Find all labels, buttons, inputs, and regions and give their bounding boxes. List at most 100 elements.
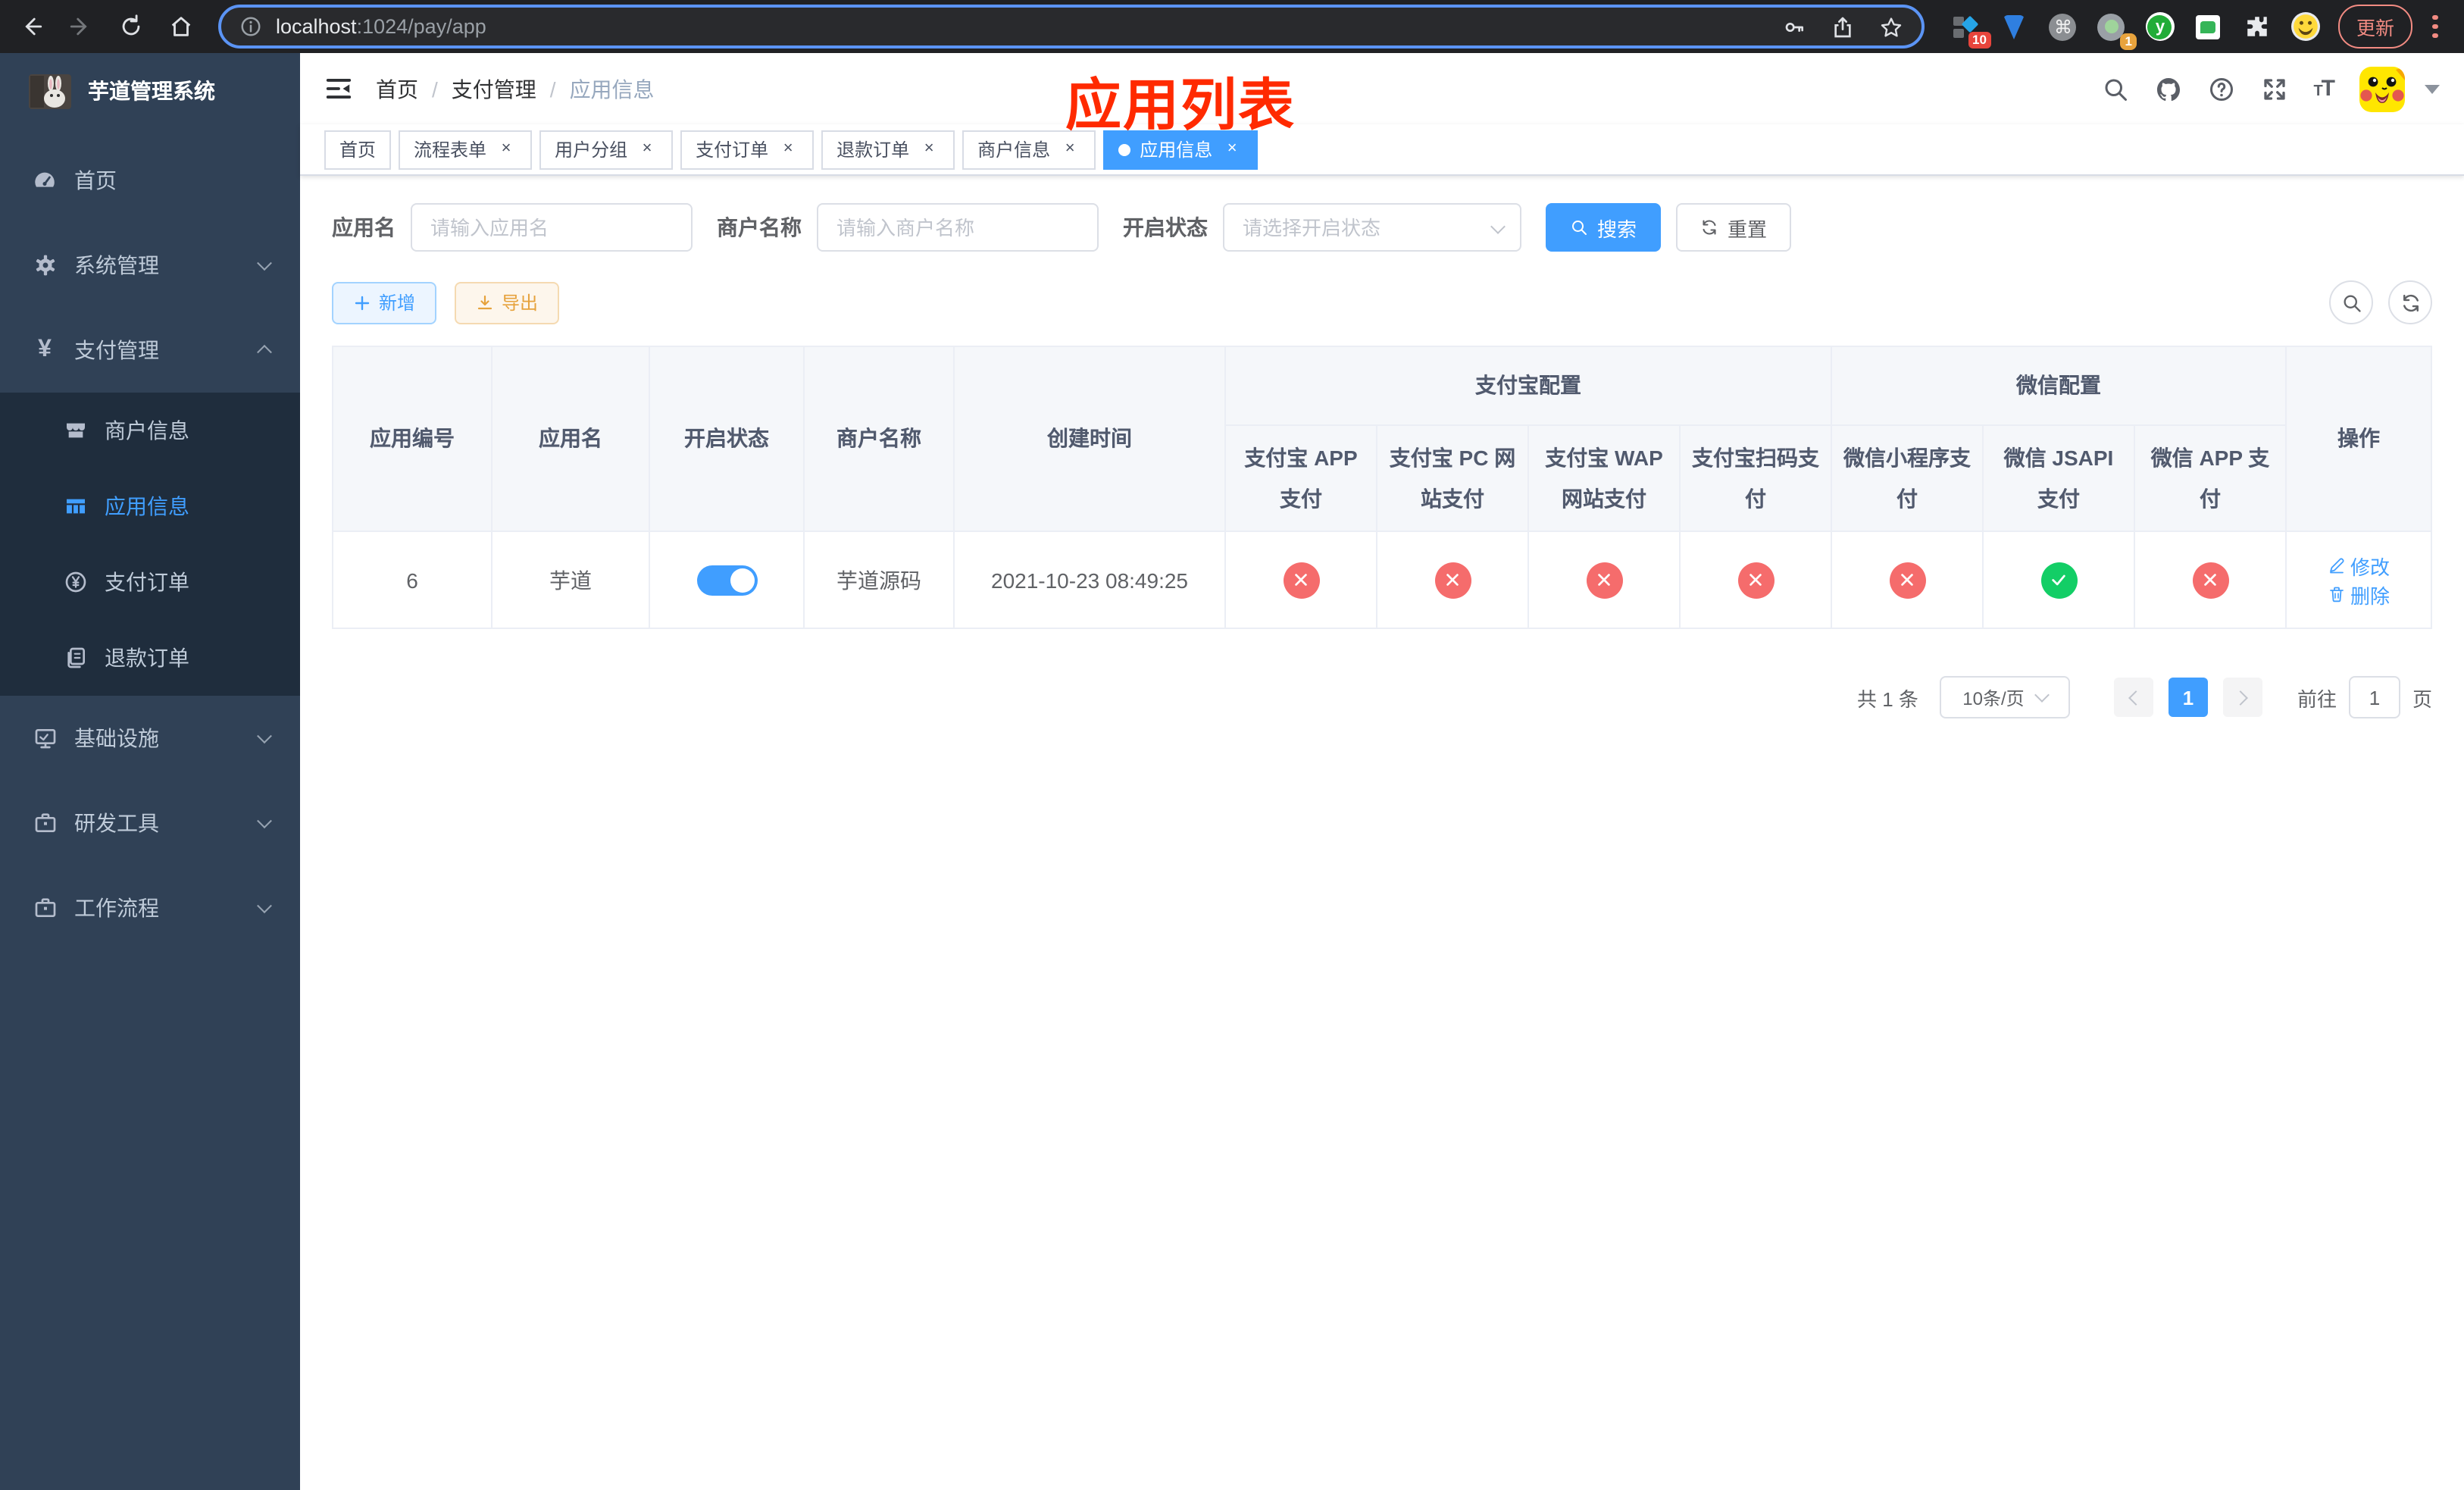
merchant-name-input[interactable] (817, 203, 1099, 252)
cell-alipay-pc (1376, 531, 1529, 630)
reset-button[interactable]: 重置 (1676, 203, 1792, 252)
sidebar-item-app-info[interactable]: 应用信息 (0, 468, 300, 544)
address-bar[interactable]: localhost:1024/pay/app (218, 5, 1925, 49)
sidebar-logo[interactable]: 芋道管理系统 (0, 53, 300, 129)
browser-toolbar: localhost:1024/pay/app 10 ⌘ 1 y 更新 (0, 0, 2464, 53)
status-label: 开启状态 (1123, 215, 1208, 239)
sidebar-collapse-icon[interactable] (324, 74, 353, 103)
sidebar-item-refund-order[interactable]: 退款订单 (0, 620, 300, 696)
tab-home[interactable]: 首页 (324, 130, 392, 169)
col-app-name: 应用名 (491, 345, 650, 533)
breadcrumb-payment[interactable]: 支付管理 (452, 74, 536, 104)
sidebar-item-payment[interactable]: ¥ 支付管理 (0, 308, 300, 393)
sidebar-item-home[interactable]: 首页 (0, 138, 300, 223)
sidebar-item-infrastructure[interactable]: 基础设施 (0, 696, 300, 781)
close-icon[interactable]: × (636, 139, 658, 160)
font-size-icon[interactable]: TT (2313, 76, 2335, 102)
col-merchant: 商户名称 (803, 345, 955, 533)
extensions-area: 10 ⌘ 1 y (1937, 12, 2335, 50)
status-select[interactable] (1223, 203, 1521, 252)
close-icon[interactable]: × (777, 139, 799, 160)
reload-icon[interactable] (118, 14, 144, 39)
extension-recorder-icon[interactable]: 1 (2097, 12, 2137, 50)
breadcrumb-home[interactable]: 首页 (376, 74, 418, 104)
tab-process-form[interactable]: 流程表单 × (399, 130, 533, 169)
toolbar-right-actions (2329, 280, 2432, 324)
current-page-button[interactable]: 1 (2168, 678, 2208, 718)
status-toggle[interactable] (696, 565, 757, 596)
back-icon[interactable] (18, 14, 44, 39)
edit-link[interactable]: 修改 (2328, 551, 2390, 580)
emoji-avatar-icon (2291, 12, 2320, 41)
site-info-icon[interactable] (239, 15, 262, 38)
browser-profile-avatar[interactable] (2290, 12, 2320, 41)
merchant-name-label: 商户名称 (717, 215, 802, 239)
close-icon[interactable]: × (1221, 139, 1243, 160)
screen: localhost:1024/pay/app 10 ⌘ 1 y 更新 芋道管理系… (0, 0, 2464, 1490)
fullscreen-icon[interactable] (2260, 75, 2287, 102)
show-search-button[interactable] (2329, 280, 2373, 324)
tab-refund-order[interactable]: 退款订单 × (821, 130, 955, 169)
url-text[interactable]: localhost:1024/pay/app (276, 15, 1768, 38)
col-wechat-app: 微信 APP 支付 (2134, 424, 2287, 533)
disabled-badge (2192, 562, 2228, 599)
sidebar-item-pay-order[interactable]: 支付订单 (0, 544, 300, 620)
disabled-badge (1283, 562, 1319, 599)
tab-pay-order[interactable]: 支付订单 × (680, 130, 815, 169)
disabled-badge (1586, 562, 1622, 599)
bookmark-star-icon[interactable] (1879, 14, 1903, 39)
share-icon[interactable] (1831, 14, 1855, 39)
browser-update-button[interactable]: 更新 (2337, 5, 2412, 49)
delete-link[interactable]: 删除 (2328, 580, 2390, 609)
next-page-button[interactable] (2222, 678, 2262, 718)
browser-menu-icon[interactable] (2425, 14, 2446, 39)
puzzle-icon (2244, 14, 2270, 39)
plus-icon (353, 293, 371, 311)
app-name-input[interactable] (411, 203, 693, 252)
prev-page-button[interactable] (2113, 678, 2153, 718)
add-button-label: 新增 (379, 293, 416, 314)
extension-y-icon[interactable]: y (2145, 12, 2175, 41)
page-size-select[interactable]: 10条/页 (1939, 676, 2070, 719)
sidebar-item-label: 系统管理 (74, 253, 159, 277)
active-dot-icon (1118, 143, 1131, 155)
disabled-badge (1434, 562, 1471, 599)
breadcrumb-current: 应用信息 (569, 77, 655, 101)
close-icon[interactable]: × (496, 139, 517, 160)
extensions-puzzle-icon[interactable] (2243, 12, 2272, 41)
avatar-caret-icon[interactable] (2425, 84, 2440, 93)
extension-command-icon[interactable]: ⌘ (2049, 12, 2078, 41)
cell-alipay-qr (1679, 531, 1832, 630)
pagination: 共 1 条 10条/页 1 前往 页 (332, 676, 2432, 719)
refresh-table-button[interactable] (2388, 280, 2432, 324)
col-alipay-wap: 支付宝 WAP 网站支付 (1527, 424, 1681, 533)
sidebar-item-dev-tools[interactable]: 研发工具 (0, 781, 300, 866)
sidebar-item-label: 研发工具 (74, 811, 159, 835)
sidebar-item-workflow[interactable]: 工作流程 (0, 866, 300, 950)
sidebar-item-merchant-info[interactable]: 商户信息 (0, 393, 300, 468)
extension-panel-icon[interactable]: 10 (1952, 12, 1991, 49)
home-icon[interactable] (168, 14, 194, 39)
cross-icon (1899, 571, 1915, 588)
user-avatar[interactable] (2359, 66, 2405, 111)
extension-chat-icon[interactable] (2194, 12, 2223, 41)
search-button[interactable]: 搜索 (1546, 203, 1662, 252)
export-button[interactable]: 导出 (455, 281, 560, 324)
password-key-icon[interactable] (1782, 14, 1806, 39)
tab-user-group[interactable]: 用户分组 × (539, 130, 674, 169)
close-icon[interactable]: × (1059, 139, 1080, 160)
help-icon[interactable] (2207, 75, 2234, 102)
github-icon[interactable] (2154, 75, 2181, 102)
sidebar-item-system[interactable]: 系统管理 (0, 223, 300, 308)
cell-wechat-jsapi (1982, 531, 2135, 630)
cell-alipay-wap (1527, 531, 1681, 630)
forward-icon[interactable] (68, 14, 94, 39)
extension-kite-icon[interactable] (2000, 12, 2029, 41)
search-icon[interactable] (2101, 75, 2128, 102)
goto-page-input[interactable] (2348, 676, 2400, 719)
navbar-actions: TT (2101, 66, 2440, 111)
monitor-icon (32, 725, 58, 751)
close-icon[interactable]: × (918, 139, 940, 160)
add-button[interactable]: 新增 (332, 281, 437, 324)
status-select-input[interactable] (1223, 203, 1521, 252)
